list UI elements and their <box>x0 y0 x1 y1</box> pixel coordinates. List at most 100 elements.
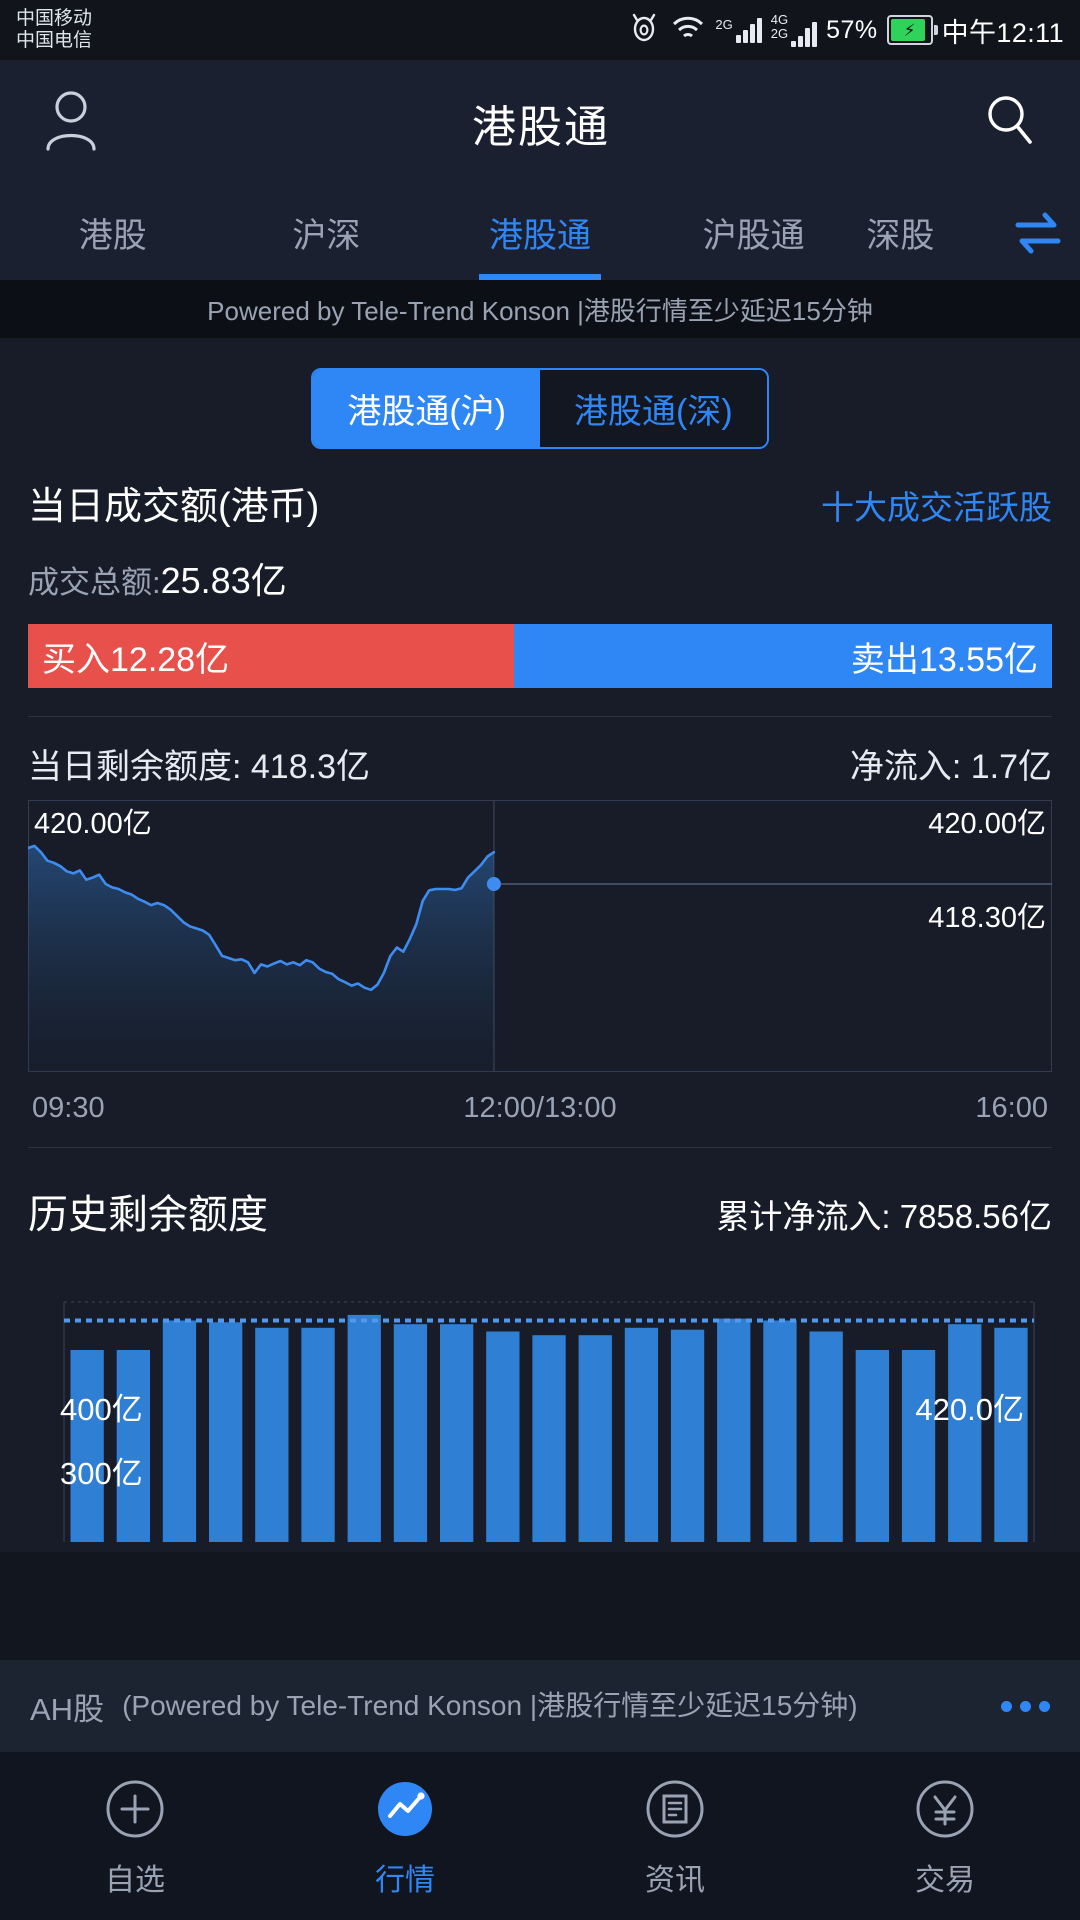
history-quota-bar-chart[interactable]: 400亿 300亿 420.0亿 <box>28 1292 1052 1552</box>
signal-bars-secondary-icon: 4G 2G <box>770 12 818 47</box>
turnover-header: 当日成交额(港币) 十大成交活跃股 <box>28 475 1052 530</box>
history-y-300-label: 300亿 <box>60 1456 143 1491</box>
buy-amount-label: 买入12.28亿 <box>42 640 230 679</box>
history-bar <box>763 1320 797 1542</box>
signal-network-type-2: 4G 2G <box>770 12 789 41</box>
history-bar <box>209 1322 243 1542</box>
carrier-1: 中国移动 <box>16 7 93 29</box>
history-bar <box>440 1324 474 1542</box>
remaining-quota-label: 当日剩余额度: 418.3亿 <box>28 748 370 786</box>
history-title: 历史剩余额度 <box>28 1193 268 1237</box>
nav-quotes-label: 行情 <box>375 1864 435 1897</box>
history-bar <box>255 1327 289 1542</box>
turnover-total: 成交总额: 25.83亿 <box>28 552 1052 604</box>
signal-network-type-1: 2G <box>715 17 733 32</box>
time-tick-close: 16:00 <box>975 1092 1048 1124</box>
trend-chart-icon <box>369 1773 441 1845</box>
history-bar <box>994 1327 1028 1542</box>
ah-stocks-label: AH股 <box>30 1691 105 1727</box>
person-icon[interactable] <box>40 87 102 158</box>
turnover-total-value: 25.83亿 <box>160 560 287 601</box>
history-bar <box>624 1327 659 1542</box>
history-bar <box>301 1327 335 1542</box>
bottom-navigation: 自选 行情 资讯 交易 <box>0 1752 1080 1920</box>
market-tab-bar: 港股 沪深 港股通 沪股通 深股 <box>0 185 1080 280</box>
app-header: 港股通 <box>0 60 1080 185</box>
data-source-banner: Powered by Tele-Trend Konson |港股行情至少延迟15… <box>0 280 1080 338</box>
intraday-top-left-label: 420.00亿 <box>34 808 152 840</box>
tab-hk-stocks[interactable]: 港股 <box>6 185 220 280</box>
history-header: 历史剩余额度 累计净流入: 7858.56亿 <box>28 1148 1052 1250</box>
history-bar <box>670 1329 705 1542</box>
main-content: 港股通(沪) 港股通(深) 当日成交额(港币) 十大成交活跃股 成交总额: 25… <box>0 338 1080 1552</box>
search-icon[interactable] <box>980 90 1040 155</box>
sell-amount-segment: 卖出13.55亿 <box>514 624 1052 688</box>
more-dots-icon[interactable] <box>1001 1700 1050 1712</box>
history-bar <box>901 1350 936 1542</box>
nav-watchlist[interactable]: 自选 <box>0 1773 270 1899</box>
intraday-time-axis: 09:30 12:00/13:00 16:00 <box>28 1080 1052 1125</box>
nav-watchlist-label: 自选 <box>105 1864 165 1897</box>
time-tick-midday: 12:00/13:00 <box>463 1092 617 1124</box>
history-bar <box>70 1350 104 1542</box>
segment-hk-connect-sh[interactable]: 港股通(沪) <box>313 370 540 447</box>
connect-market-segment: 港股通(沪) 港股通(深) <box>0 338 1080 475</box>
segment-hk-connect-sz[interactable]: 港股通(深) <box>540 370 767 447</box>
tab-hk-connect[interactable]: 港股通 <box>433 185 647 280</box>
carrier-2: 中国电信 <box>16 30 93 51</box>
time-tick-open: 09:30 <box>32 1092 105 1124</box>
history-bar <box>948 1324 982 1542</box>
turnover-section: 当日成交额(港币) 十大成交活跃股 成交总额: 25.83亿 买入12.28亿 … <box>0 475 1080 1552</box>
battery-charging-icon: ⚡ <box>886 15 938 45</box>
history-bar <box>855 1350 889 1542</box>
history-bar <box>578 1335 612 1542</box>
history-current-value-label: 420.0亿 <box>915 1392 1024 1427</box>
nav-trade[interactable]: 交易 <box>810 1773 1080 1899</box>
nav-news[interactable]: 资讯 <box>540 1773 810 1899</box>
carrier-names: 中国移动 中国电信 <box>16 8 92 53</box>
tab-hu-shen[interactable]: 沪深 <box>220 185 434 280</box>
history-bar <box>532 1335 566 1542</box>
eye-icon <box>627 13 661 48</box>
status-bar: 中国移动 中国电信 2G 4G 2G 57% ⚡ 中午12:11 <box>0 0 1080 60</box>
history-chart-svg <box>63 1301 1035 1542</box>
banner-text: Powered by Tele-Trend Konson |港股行情至少延迟15… <box>207 295 873 326</box>
wifi-icon <box>670 13 706 48</box>
buy-sell-bar: 买入12.28亿 卖出13.55亿 <box>28 624 1052 688</box>
signal-bars-icon: 2G <box>715 17 762 43</box>
ah-disclaimer-note: (Powered by Tele-Trend Konson |港股行情至少延迟1… <box>122 1689 858 1721</box>
history-bar <box>809 1331 843 1542</box>
page-title: 港股通 <box>472 102 610 152</box>
sell-amount-label: 卖出13.55亿 <box>850 640 1038 679</box>
tab-hu-connect[interactable]: 沪股通 <box>647 185 861 280</box>
history-bar <box>162 1320 197 1542</box>
yuan-circle-icon <box>909 1773 981 1845</box>
history-bar <box>347 1314 381 1542</box>
intraday-top-right-label: 420.00亿 <box>928 808 1046 840</box>
nav-trade-label: 交易 <box>915 1864 975 1897</box>
turnover-title: 当日成交额(港币) <box>28 486 320 528</box>
net-inflow-label: 净流入: 1.7亿 <box>849 748 1052 786</box>
nav-quotes[interactable]: 行情 <box>270 1773 540 1899</box>
intraday-current-value-label: 418.30亿 <box>928 902 1046 934</box>
history-y-400-label: 400亿 <box>60 1392 143 1427</box>
status-clock: 中午12:11 <box>941 17 1064 48</box>
swap-arrows-icon[interactable] <box>1006 200 1070 265</box>
intraday-chart-svg <box>28 800 1052 1072</box>
turnover-total-label: 成交总额: <box>28 565 161 600</box>
top-active-stocks-link[interactable]: 十大成交活跃股 <box>821 481 1052 529</box>
history-bar <box>486 1331 520 1542</box>
history-bar <box>717 1318 751 1542</box>
quota-row: 当日剩余额度: 418.3亿 净流入: 1.7亿 <box>28 739 1052 788</box>
battery-percent: 57% <box>826 15 878 44</box>
history-bar <box>393 1324 428 1542</box>
history-bar <box>116 1350 150 1542</box>
nav-news-label: 资讯 <box>645 1864 705 1897</box>
plus-circle-icon <box>99 1773 171 1845</box>
news-document-icon <box>639 1773 711 1845</box>
intraday-quota-chart[interactable]: 420.00亿 420.00亿 418.30亿 <box>28 800 1052 1080</box>
status-icons: 2G 4G 2G 57% ⚡ 中午12:11 <box>627 11 1064 50</box>
ah-stocks-row[interactable]: AH股 (Powered by Tele-Trend Konson |港股行情至… <box>0 1660 1080 1752</box>
buy-amount-segment: 买入12.28亿 <box>28 624 515 688</box>
cumulative-net-inflow-label: 累计净流入: 7858.56亿 <box>716 1198 1052 1235</box>
